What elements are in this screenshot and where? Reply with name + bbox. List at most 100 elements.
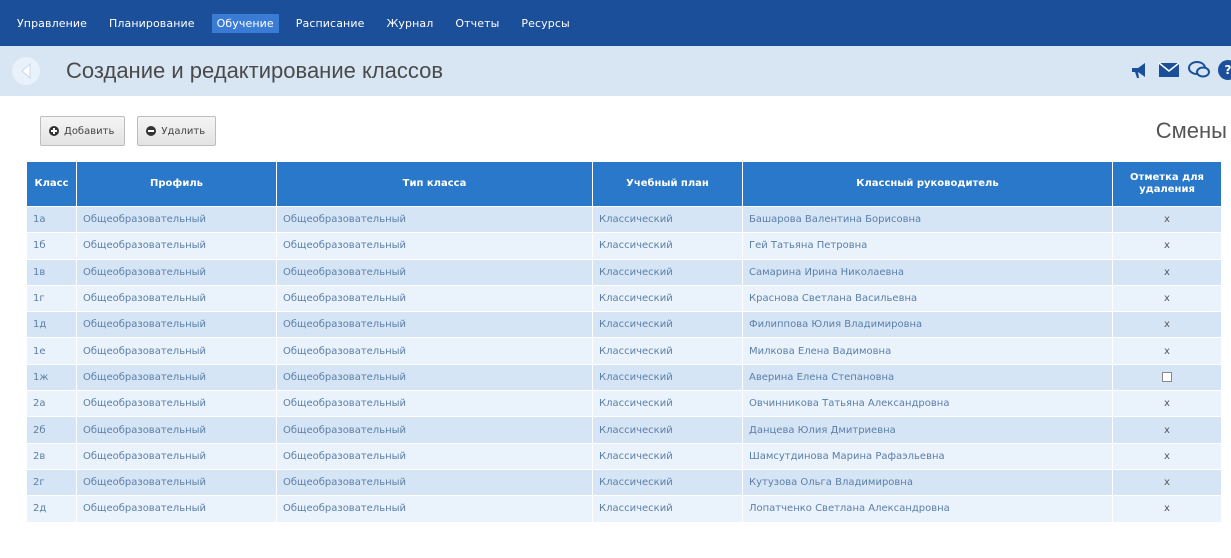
cell-plan[interactable]: Классический xyxy=(592,311,743,339)
cell-class[interactable]: 2д xyxy=(26,495,77,523)
nav-item[interactable]: Журнал xyxy=(381,14,438,33)
cell-plan[interactable]: Классический xyxy=(592,495,743,523)
cell-class[interactable]: 2г xyxy=(26,468,77,497)
cell-type[interactable]: Общеобразовательный xyxy=(276,205,593,234)
cell-class[interactable]: 2в xyxy=(26,442,77,470)
cell-type[interactable]: Общеобразовательный xyxy=(276,390,593,418)
cell-teacher[interactable]: Филиппова Юлия Владимировна xyxy=(742,311,1113,339)
delete-checkbox[interactable] xyxy=(1162,371,1172,382)
cell-profile[interactable]: Общеобразовательный xyxy=(76,495,277,523)
help-icon[interactable]: ? xyxy=(1217,59,1231,81)
delete-mark[interactable]: x xyxy=(1112,232,1222,260)
cell-plan[interactable]: Классический xyxy=(592,205,743,234)
column-header-plan[interactable]: Учебный план xyxy=(592,161,743,207)
cell-class[interactable]: 1ж xyxy=(26,363,77,392)
column-header-class[interactable]: Класс xyxy=(26,161,77,207)
cell-type[interactable]: Общеобразовательный xyxy=(276,416,593,444)
delete-mark[interactable]: x xyxy=(1112,495,1222,523)
nav-item[interactable]: Управление xyxy=(12,14,92,33)
chat-icon[interactable] xyxy=(1187,59,1211,81)
cell-type[interactable]: Общеобразовательный xyxy=(276,363,593,392)
nav-item[interactable]: Планирование xyxy=(104,14,200,33)
cell-teacher[interactable]: Данцева Юлия Дмитриевна xyxy=(742,416,1113,444)
cell-class[interactable]: 1а xyxy=(26,205,77,234)
cell-plan[interactable]: Классический xyxy=(592,284,743,313)
cell-class[interactable]: 1г xyxy=(26,284,77,313)
cell-profile[interactable]: Общеобразовательный xyxy=(76,390,277,418)
cell-teacher[interactable]: Лопатченко Светлана Александровна xyxy=(742,495,1113,523)
cell-teacher[interactable]: Башарова Валентина Борисовна xyxy=(742,205,1113,234)
table-row[interactable]: 1д Общеобразовательный Общеобразовательный… xyxy=(26,311,1222,339)
cell-profile[interactable]: Общеобразовательный xyxy=(76,442,277,470)
cell-profile[interactable]: Общеобразовательный xyxy=(76,468,277,497)
cell-class[interactable]: 1в xyxy=(26,258,77,286)
cell-profile[interactable]: Общеобразовательный xyxy=(76,363,277,392)
cell-class[interactable]: 1е xyxy=(26,337,77,365)
cell-plan[interactable]: Классический xyxy=(592,232,743,260)
back-arrow-icon[interactable] xyxy=(6,51,46,91)
cell-profile[interactable]: Общеобразовательный xyxy=(76,416,277,444)
delete-button[interactable]: Удалить xyxy=(137,116,217,146)
delete-mark[interactable]: x xyxy=(1112,284,1222,313)
table-row[interactable]: 1а Общеобразовательный Общеобразовательный… xyxy=(26,205,1222,234)
delete-mark[interactable]: x xyxy=(1112,337,1222,365)
cell-teacher[interactable]: Овчинникова Татьяна Александровна xyxy=(742,390,1113,418)
nav-item[interactable]: Обучение xyxy=(211,13,279,33)
mail-icon[interactable] xyxy=(1157,59,1181,81)
delete-mark[interactable]: x xyxy=(1112,258,1222,286)
table-row[interactable]: 2б Общеобразовательный Общеобразовательный… xyxy=(26,416,1222,444)
delete-mark[interactable]: x xyxy=(1112,390,1222,418)
cell-type[interactable]: Общеобразовательный xyxy=(276,442,593,470)
cell-profile[interactable]: Общеобразовательный xyxy=(76,337,277,365)
cell-plan[interactable]: Классический xyxy=(592,363,743,392)
add-button[interactable]: Добавить xyxy=(40,116,126,146)
cell-type[interactable]: Общеобразовательный xyxy=(276,311,593,339)
cell-plan[interactable]: Классический xyxy=(592,442,743,470)
table-row[interactable]: 1ж Общеобразовательный Общеобразовательный… xyxy=(26,363,1222,392)
shifts-link[interactable]: Смены xyxy=(1156,118,1227,144)
cell-teacher[interactable]: Краснова Светлана Васильевна xyxy=(742,284,1113,313)
table-row[interactable]: 1в Общеобразовательный Общеобразовательный… xyxy=(26,258,1222,286)
cell-type[interactable]: Общеобразовательный xyxy=(276,495,593,523)
delete-mark[interactable]: x xyxy=(1112,311,1222,339)
delete-mark[interactable]: x xyxy=(1112,205,1222,234)
cell-profile[interactable]: Общеобразовательный xyxy=(76,205,277,234)
table-row[interactable]: 2а Общеобразовательный Общеобразовательный… xyxy=(26,390,1222,418)
cell-type[interactable]: Общеобразовательный xyxy=(276,284,593,313)
cell-profile[interactable]: Общеобразовательный xyxy=(76,258,277,286)
table-row[interactable]: 2д Общеобразовательный Общеобразовательный… xyxy=(26,495,1222,523)
cell-profile[interactable]: Общеобразовательный xyxy=(76,284,277,313)
delete-mark[interactable]: x xyxy=(1112,416,1222,444)
delete-mark[interactable]: x xyxy=(1112,468,1222,497)
column-header-type[interactable]: Тип класса xyxy=(276,161,593,207)
cell-class[interactable]: 1б xyxy=(26,232,77,260)
cell-plan[interactable]: Классический xyxy=(592,416,743,444)
nav-item[interactable]: Расписание xyxy=(291,14,370,33)
cell-class[interactable]: 2а xyxy=(26,390,77,418)
cell-class[interactable]: 2б xyxy=(26,416,77,444)
table-row[interactable]: 1е Общеобразовательный Общеобразовательный… xyxy=(26,337,1222,365)
cell-teacher[interactable]: Самарина Ирина Николаевна xyxy=(742,258,1113,286)
column-header-profile[interactable]: Профиль xyxy=(76,161,277,207)
cell-type[interactable]: Общеобразовательный xyxy=(276,258,593,286)
delete-mark[interactable]: x xyxy=(1112,442,1222,470)
cell-teacher[interactable]: Аверина Елена Степановна xyxy=(742,363,1113,392)
nav-item[interactable]: Ресурсы xyxy=(516,14,574,33)
table-row[interactable]: 1б Общеобразовательный Общеобразовательный… xyxy=(26,232,1222,260)
nav-item[interactable]: Отчеты xyxy=(450,14,504,33)
cell-teacher[interactable]: Милкова Елена Вадимовна xyxy=(742,337,1113,365)
cell-plan[interactable]: Классический xyxy=(592,258,743,286)
cell-teacher[interactable]: Шамсутдинова Марина Рафаэльевна xyxy=(742,442,1113,470)
cell-teacher[interactable]: Гей Татьяна Петровна xyxy=(742,232,1113,260)
megaphone-icon[interactable] xyxy=(1129,59,1151,81)
cell-type[interactable]: Общеобразовательный xyxy=(276,232,593,260)
table-row[interactable]: 2в Общеобразовательный Общеобразовательный… xyxy=(26,442,1222,470)
column-header-teacher[interactable]: Классный руководитель xyxy=(742,161,1113,207)
table-row[interactable]: 1г Общеобразовательный Общеобразовательный… xyxy=(26,284,1222,313)
cell-plan[interactable]: Классический xyxy=(592,468,743,497)
cell-plan[interactable]: Классический xyxy=(592,390,743,418)
cell-plan[interactable]: Классический xyxy=(592,337,743,365)
cell-teacher[interactable]: Кутузова Ольга Владимировна xyxy=(742,468,1113,497)
cell-type[interactable]: Общеобразовательный xyxy=(276,468,593,497)
cell-type[interactable]: Общеобразовательный xyxy=(276,337,593,365)
